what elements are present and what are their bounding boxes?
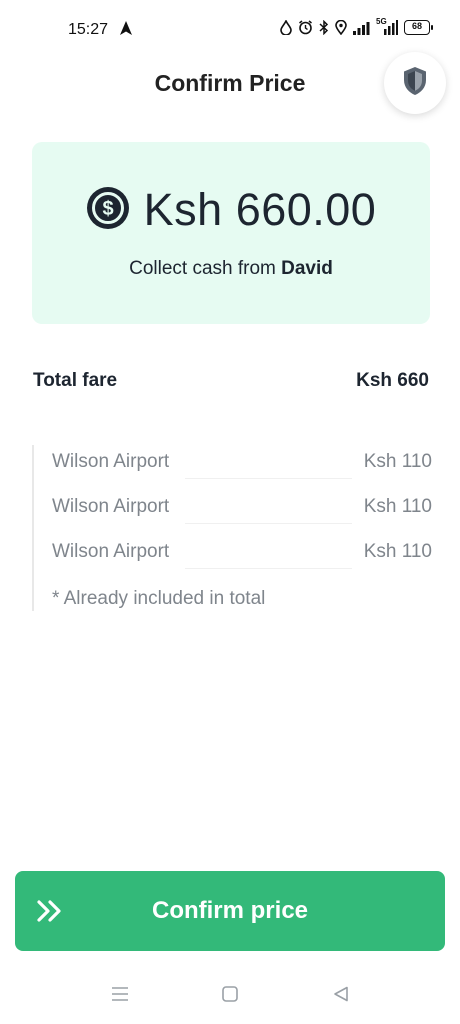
breakdown-item: Wilson Airport Ksh 110 bbox=[52, 496, 432, 524]
battery-icon: 68 bbox=[404, 20, 433, 35]
water-drop-icon bbox=[280, 20, 292, 35]
price-amount-row: $ Ksh 660.00 bbox=[32, 184, 430, 236]
breakdown-item-value: Ksh 110 bbox=[363, 451, 432, 472]
leader-line bbox=[185, 523, 352, 524]
leader-line bbox=[185, 568, 352, 569]
collect-cash-text: Collect cash from David bbox=[32, 258, 430, 280]
menu-icon[interactable] bbox=[111, 986, 129, 1007]
svg-text:$: $ bbox=[102, 198, 113, 220]
breakdown-item-label: Wilson Airport bbox=[52, 541, 170, 562]
status-icons: 5G 68 bbox=[280, 17, 433, 35]
5g-signal-icon: 5G bbox=[376, 17, 398, 35]
shield-icon bbox=[401, 65, 429, 102]
total-fare-label: Total fare bbox=[33, 370, 118, 391]
leader-line bbox=[185, 478, 352, 479]
status-bar: 15:27 5G 68 bbox=[0, 0, 460, 58]
breakdown-item-value: Ksh 110 bbox=[363, 496, 432, 517]
total-fare-row: Total fare Ksh 660 bbox=[33, 370, 429, 392]
breakdown-item: Wilson Airport Ksh 110 bbox=[52, 541, 432, 569]
breakdown-item-label: Wilson Airport bbox=[52, 496, 170, 517]
bluetooth-icon bbox=[319, 20, 329, 35]
safety-shield-button[interactable] bbox=[384, 52, 446, 114]
fare-breakdown: Wilson Airport Ksh 110 Wilson Airport Ks… bbox=[32, 445, 432, 611]
alarm-icon bbox=[298, 20, 313, 35]
dollar-coin-icon: $ bbox=[86, 186, 130, 235]
confirm-price-label: Confirm price bbox=[151, 897, 309, 924]
system-nav-bar bbox=[0, 980, 460, 1010]
breakdown-item-value: Ksh 110 bbox=[363, 541, 432, 562]
back-icon[interactable] bbox=[333, 986, 349, 1007]
breakdown-item: Wilson Airport Ksh 110 bbox=[52, 451, 432, 479]
signal-icon bbox=[353, 21, 370, 35]
collect-prefix: Collect cash from bbox=[129, 258, 282, 279]
price-card: $ Ksh 660.00 Collect cash from David bbox=[32, 142, 430, 324]
navigation-arrow-icon bbox=[119, 20, 133, 41]
included-note: * Already included in total bbox=[52, 588, 266, 609]
double-chevron-right-icon bbox=[37, 900, 63, 927]
status-time: 15:27 bbox=[68, 21, 109, 38]
breakdown-item-label: Wilson Airport bbox=[52, 451, 170, 472]
confirm-price-button[interactable]: Confirm price bbox=[15, 871, 445, 951]
price-amount: Ksh 660.00 bbox=[143, 184, 377, 235]
home-icon[interactable] bbox=[222, 986, 238, 1007]
location-icon bbox=[335, 20, 347, 35]
customer-name: David bbox=[281, 258, 333, 279]
total-fare-value: Ksh 660 bbox=[356, 370, 429, 391]
